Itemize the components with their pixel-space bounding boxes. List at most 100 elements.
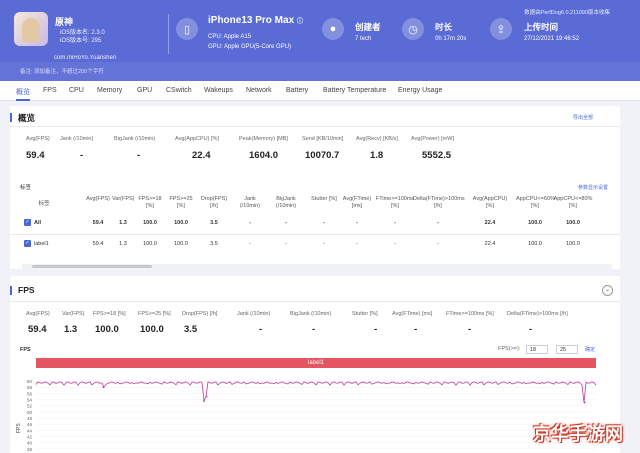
y-tick-label: 56: [27, 391, 33, 396]
watermark-logo: 京华手游网: [533, 424, 623, 445]
export-all-link[interactable]: 导出全部: [573, 114, 593, 121]
tab-bar: 概览 FPS CPU Memory GPU CSwitch Wakeups Ne…: [0, 81, 640, 101]
tab-memory[interactable]: Memory: [97, 87, 122, 94]
app-icon: [14, 12, 48, 46]
fps-summary-label: BigJank (/10min): [290, 311, 332, 317]
summary-label: Avg(AppCPU) [%]: [175, 136, 219, 142]
overview-panel: 概览 导出全部 Avg(FPS) 59.4 Jank (/10min) - Bi…: [9, 106, 620, 269]
table-cell: 100.0: [528, 220, 542, 226]
table-cell: 59.4: [92, 241, 104, 247]
table-cell: -: [249, 220, 251, 226]
fps-summary-label: Jank (/10min): [237, 311, 271, 317]
fps-dip-point: [203, 400, 205, 402]
row-checkbox[interactable]: ✓: [24, 240, 31, 247]
summary-value: 5552.5: [422, 150, 452, 161]
collapse-icon[interactable]: ⌄: [602, 285, 613, 296]
info-icon[interactable]: ⓘ: [297, 19, 303, 25]
creator-title: 创建者: [355, 22, 381, 32]
fps-summary-label: Var(FPS): [62, 311, 85, 317]
table-column-header: 标签: [38, 201, 50, 207]
fps-summary-value: -: [468, 324, 472, 335]
table-cell: -: [285, 220, 287, 226]
creator-value: 7 tech: [355, 36, 372, 42]
y-tick-label: 52: [27, 404, 33, 409]
fps-summary-value: -: [414, 324, 418, 335]
row-checkbox[interactable]: ✓: [24, 219, 31, 226]
tab-cpu[interactable]: CPU: [69, 87, 84, 94]
fps-threshold-input-2[interactable]: 25: [556, 345, 578, 354]
y-tick-label: 44: [27, 428, 33, 433]
duration-value: 0h 17m 20s: [435, 36, 467, 42]
tab-battery[interactable]: Battery: [286, 87, 308, 94]
summary-label: Avg(Recv) [KB/s]: [356, 136, 398, 142]
y-tick-label: 50: [27, 410, 33, 415]
y-tick-label: 48: [27, 416, 33, 421]
table-cell: 100.0: [566, 241, 580, 247]
table-cell: 100.0: [143, 241, 157, 247]
label-bar[interactable]: label1: [36, 358, 596, 368]
upload-icon: ⇪: [490, 18, 512, 40]
fps-summary-value: -: [259, 324, 263, 335]
fps-threshold-input-1[interactable]: 18: [526, 345, 548, 354]
table-scrollbar[interactable]: [22, 264, 612, 269]
table-column-header: Drop(FPS) [/h]: [200, 196, 228, 209]
fps-summary-value: 100.0: [140, 324, 164, 335]
summary-value: -: [137, 150, 141, 161]
table-cell: label1: [34, 241, 49, 247]
fps-dip-point: [102, 386, 104, 388]
table-column-header: Avg(AppCPU) [%]: [472, 196, 508, 209]
clock-icon: ◷: [402, 18, 424, 40]
y-tick-label: 54: [27, 398, 33, 403]
table-cell: -: [437, 241, 439, 247]
row-divider: [10, 234, 620, 235]
upload-time-value: 27/12/2021 19:46:52: [524, 36, 580, 42]
tab-network[interactable]: Network: [246, 87, 272, 94]
param-settings-link[interactable]: 参数显示设置: [578, 184, 608, 191]
table-column-header: FPS>=18 [%]: [138, 196, 162, 209]
remark-input[interactable]: 备注: 添加备注，不超过200个字符: [20, 67, 104, 75]
y-tick-label: 60: [27, 379, 33, 384]
table-cell: 3.5: [210, 220, 218, 226]
tab-overview[interactable]: 概览: [16, 87, 30, 101]
table-cell: -: [356, 220, 358, 226]
fps-summary-label: Drop(FPS) [/h]: [182, 311, 218, 317]
table-cell: 59.4: [92, 220, 104, 226]
fps-summary-label: Delta(FTime)>100ms [/h]: [507, 311, 568, 317]
tab-wakeups[interactable]: Wakeups: [204, 87, 233, 94]
fps-summary-label: Stutter [%]: [352, 311, 378, 317]
fps-dip-point: [584, 401, 586, 404]
fps-summary-label: Avg(FPS): [26, 311, 50, 317]
app-version-code: iOS版本号: 295: [60, 38, 102, 44]
fps-summary-value: -: [529, 324, 533, 335]
summary-label: Send [KB/10min]: [302, 136, 344, 142]
table-cell: 100.0: [566, 220, 580, 226]
tab-battery-temperature[interactable]: Battery Temperature: [323, 87, 386, 94]
tab-cswitch[interactable]: CSwitch: [166, 87, 192, 94]
fps-range-label: FPS(>=):: [498, 346, 521, 352]
divider: [10, 301, 620, 302]
summary-value: 1604.0: [249, 150, 279, 161]
tab-gpu[interactable]: GPU: [137, 87, 152, 94]
header-divider: [168, 14, 169, 54]
table-cell: 22.4: [484, 241, 496, 247]
table-column-header: Avg(FTime) [ms]: [342, 196, 372, 209]
fps-dip-point: [206, 395, 208, 398]
tab-fps[interactable]: FPS: [43, 87, 57, 94]
table-cell: 3.5: [210, 241, 218, 247]
table-cell: 22.4: [484, 220, 496, 226]
table-column-header: FTime>=100ms [%]: [375, 196, 415, 209]
scrollbar-thumb[interactable]: [32, 265, 152, 268]
table-cell: -: [356, 241, 358, 247]
apply-button[interactable]: 确定: [585, 346, 595, 353]
table-cell: All: [34, 220, 42, 226]
fps-summary-value: 1.3: [64, 324, 78, 335]
table-column-header: AppCPU<=60% [%]: [516, 196, 555, 209]
tab-energy-usage[interactable]: Energy Usage: [398, 87, 442, 94]
device-name: iPhone13 Pro Max ⓘ: [208, 15, 303, 26]
table-column-header: FPS>=25 [%]: [169, 196, 193, 209]
table-cell: 1.3: [119, 220, 127, 226]
app-info: 原神 iOS版本名: 2.3.0 iOS版本号: 295 com.miHoYo.…: [14, 12, 164, 64]
table-cell: -: [394, 220, 396, 226]
table-cell: -: [285, 241, 287, 247]
table-cell: 100.0: [528, 241, 542, 247]
